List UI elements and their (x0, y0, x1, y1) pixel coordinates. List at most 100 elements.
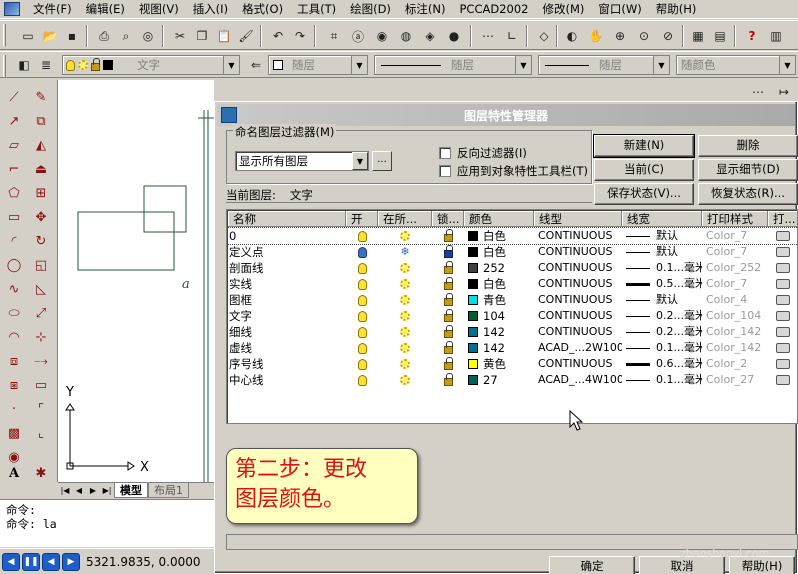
layer-color-cell[interactable]: 黄色 (464, 356, 534, 372)
layer-name[interactable]: 实线 (228, 276, 346, 292)
layer-row[interactable]: 0 白色 CONTINUOUS 默认 Color_7 (227, 227, 797, 245)
layer-lineweight-cell[interactable]: 默认 (622, 228, 702, 244)
layer-freeze-toggle[interactable] (378, 340, 432, 356)
redo-icon[interactable]: ↷ (290, 26, 310, 46)
layer-on-toggle[interactable] (346, 228, 378, 244)
fillet-icon[interactable]: ⌞ (30, 422, 52, 444)
copy-icon[interactable]: ❐ (192, 26, 212, 46)
rewind-icon[interactable]: ◀ (2, 552, 20, 571)
layer-freeze-toggle[interactable] (378, 324, 432, 340)
layer-plot-toggle[interactable] (768, 228, 797, 244)
column-header-on[interactable]: 开 (346, 211, 378, 227)
command-input-line[interactable]: 命令: la (6, 517, 208, 531)
layer-freeze-toggle[interactable]: ❄ (378, 244, 432, 260)
chamfer-icon[interactable]: ⌜ (30, 398, 52, 420)
set-current-button[interactable]: 当前(C) (594, 159, 694, 181)
dialog-title-bar[interactable]: 图层特性管理器 (217, 104, 795, 126)
trim-icon[interactable]: ⊹ (30, 326, 52, 348)
layer-color-cell[interactable]: 142 (464, 324, 534, 340)
layer-name[interactable]: 剖面线 (228, 260, 346, 276)
move-icon[interactable]: ✥ (30, 206, 52, 228)
layer-lineweight-cell[interactable]: 默认 (622, 244, 702, 260)
linetype-combo[interactable]: 随层 ▼ (374, 55, 532, 75)
layers-icon[interactable]: ≣ (36, 55, 56, 75)
paste-icon[interactable]: 📋 (214, 26, 234, 46)
spell-check-icon[interactable]: ◎ (138, 26, 158, 46)
checkbox-box[interactable] (439, 147, 451, 159)
layer-row[interactable]: 中心线 27 ACAD_...4W100 0.1...毫米 Color_27 (228, 372, 797, 388)
print-preview-icon[interactable]: ⌕ (116, 26, 136, 46)
construction-line-icon[interactable]: ↗ (3, 110, 25, 132)
layer-freeze-toggle[interactable] (378, 356, 432, 372)
layer-plot-toggle[interactable] (768, 340, 797, 356)
layer-plot-toggle[interactable] (768, 244, 797, 260)
layer-filter-select[interactable]: 显示所有图层 ▼ (235, 151, 369, 171)
menu-dimension[interactable]: 标注(N) (398, 1, 453, 17)
layer-plot-toggle[interactable] (768, 356, 797, 372)
menu-view[interactable]: 视图(V) (132, 1, 186, 17)
ucs-icon[interactable]: ∟ (502, 26, 522, 46)
properties-icon[interactable]: ▦ (688, 26, 708, 46)
drawn-rectangle[interactable] (77, 211, 175, 271)
design-center-icon[interactable]: ▤ (710, 26, 730, 46)
prev-tab-icon[interactable]: ◀ (72, 484, 86, 498)
make-block-icon[interactable]: ⧆ (3, 374, 25, 396)
layer-linetype[interactable]: CONTINUOUS (534, 260, 622, 276)
internet-icon[interactable]: ● (444, 26, 464, 46)
layer-linetype[interactable]: CONTINUOUS (534, 324, 622, 340)
layer-color-cell[interactable]: 252 (464, 260, 534, 276)
command-window[interactable]: 命令: 命令: la (0, 499, 214, 547)
hyperlink-icon[interactable]: ⌗ (324, 26, 344, 46)
zoom-window-icon[interactable]: ⊙ (634, 26, 654, 46)
layer-freeze-toggle[interactable] (378, 276, 432, 292)
point-icon[interactable]: · (3, 398, 25, 420)
zoom-previous-icon[interactable]: ⊘ (658, 26, 678, 46)
layer-on-toggle[interactable] (346, 356, 378, 372)
layer-lineweight-cell[interactable]: 0.5...毫米 (622, 276, 702, 292)
layer-linetype[interactable]: CONTINUOUS (534, 356, 622, 372)
restore-state-button[interactable]: 恢复状态(R)... (698, 183, 798, 205)
layer-name[interactable]: 序号线 (228, 356, 346, 372)
3d-orbit-icon[interactable]: ◐ (562, 26, 582, 46)
grid-icon[interactable]: ▥ (766, 26, 786, 46)
layer-lineweight-cell[interactable]: 默认 (622, 292, 702, 308)
circle-icon[interactable]: ◯ (3, 254, 25, 276)
multiline-text-icon[interactable]: A (3, 462, 25, 484)
layer-linetype[interactable]: CONTINUOUS (534, 308, 622, 324)
layer-plot-toggle[interactable] (768, 308, 797, 324)
web-icon[interactable]: ◉ (372, 26, 392, 46)
filter-browse-button[interactable]: ... (372, 151, 392, 171)
extend-icon[interactable]: ⤍ (30, 350, 52, 372)
prev-frame-icon[interactable]: ◀ (42, 552, 60, 571)
layer-on-toggle[interactable] (346, 372, 378, 388)
lengthen-icon[interactable]: ⤢ (30, 302, 52, 324)
color-combo[interactable]: 随层 ▼ (268, 55, 368, 75)
layer-freeze-toggle[interactable] (378, 372, 432, 388)
layer-plot-toggle[interactable] (768, 276, 797, 292)
column-header-lineweight[interactable]: 线宽 (622, 211, 702, 227)
column-header-name[interactable]: 名称 (228, 211, 346, 227)
layer-on-toggle[interactable] (346, 308, 378, 324)
layer-lineweight-cell[interactable]: 0.6...毫米 (622, 356, 702, 372)
layer-freeze-toggle[interactable] (378, 260, 432, 276)
arrow-dim-icon[interactable]: ↦ (774, 82, 794, 102)
layer-plot-toggle[interactable] (768, 292, 797, 308)
layer-on-toggle[interactable] (346, 340, 378, 356)
mirror-icon[interactable]: ◭ (30, 134, 52, 156)
layer-linetype[interactable]: CONTINUOUS (534, 292, 622, 308)
layer-name[interactable]: 文字 (228, 308, 346, 324)
chevron-down-icon[interactable]: ▼ (515, 56, 531, 74)
globe-icon[interactable]: ◍ (396, 26, 416, 46)
erase-icon[interactable]: ✎ (30, 86, 52, 108)
chevron-down-icon[interactable]: ▼ (223, 56, 239, 74)
column-header-lock[interactable]: 锁... (432, 211, 464, 227)
lineweight-combo[interactable]: 随层 ▼ (538, 55, 670, 75)
array-icon[interactable]: ⊞ (30, 182, 52, 204)
break-icon[interactable]: ▭ (30, 374, 52, 396)
named-views-icon[interactable]: ◇ (534, 26, 554, 46)
apply-toolbar-checkbox[interactable]: 应用到对象特性工具栏(T) (439, 163, 588, 179)
arc-icon[interactable]: ◜ (3, 230, 25, 252)
insert-block-icon[interactable]: ⧈ (3, 350, 25, 372)
layer-lock-toggle[interactable] (432, 228, 464, 244)
layer-lock-toggle[interactable] (432, 324, 464, 340)
